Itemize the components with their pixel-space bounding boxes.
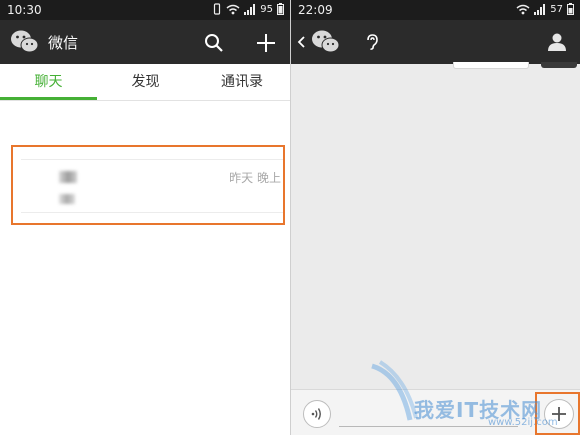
wifi-icon [516, 4, 530, 14]
wechat-logo-icon [11, 30, 39, 53]
search-icon[interactable] [204, 33, 224, 53]
battery-icon [277, 3, 284, 15]
watermark-url: www.52ij.com [488, 417, 558, 428]
message-bubble-edge [453, 62, 529, 69]
tab-contacts[interactable]: 通讯录 [194, 64, 290, 100]
voice-button[interactable] [303, 400, 331, 428]
chat-app-bar [291, 20, 580, 64]
active-tab-indicator [0, 97, 97, 100]
avatar-edge [541, 62, 577, 68]
status-bar: 22:09 57 [291, 0, 580, 20]
wifi-icon [226, 4, 240, 14]
earpiece-icon[interactable] [365, 34, 379, 50]
voice-icon [311, 408, 321, 420]
chat-list-screen: 10:30 95 微信 聊天 发现 通讯录 昨天 晚上 [0, 0, 290, 435]
battery-level: 95 [260, 3, 273, 15]
signal-icon [244, 3, 256, 15]
person-icon[interactable] [547, 32, 567, 52]
app-bar: 微信 [0, 20, 290, 64]
battery-level: 57 [550, 3, 563, 15]
status-time: 22:09 [298, 3, 333, 17]
row-divider [21, 159, 283, 160]
battery-icon [567, 3, 574, 15]
status-bar: 10:30 95 [0, 0, 290, 20]
signal-icon [534, 3, 546, 15]
app-title: 微信 [48, 34, 79, 52]
wechat-logo-icon[interactable] [311, 29, 341, 55]
tab-chats[interactable]: 聊天 [0, 64, 97, 100]
chat-list-item[interactable]: 昨天 晚上 [11, 145, 285, 225]
status-time: 10:30 [7, 3, 42, 17]
tab-discover[interactable]: 发现 [97, 64, 194, 100]
watermark: 我爱IT技术网 www.52ij.com [370, 360, 558, 430]
vibrate-icon [214, 3, 221, 15]
row-divider [21, 212, 283, 213]
contact-name-blurred [59, 171, 77, 183]
tab-bar: 聊天 发现 通讯录 [0, 64, 290, 101]
chat-time: 昨天 晚上 [229, 171, 281, 185]
message-preview-blurred [59, 194, 75, 204]
plus-icon[interactable] [256, 33, 276, 53]
back-chevron-icon[interactable] [297, 36, 305, 48]
